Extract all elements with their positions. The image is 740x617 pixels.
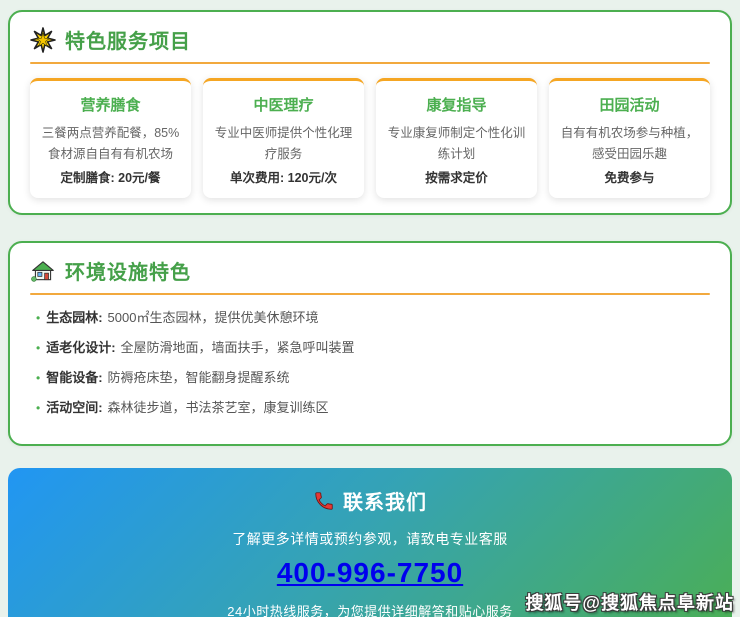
feature-text: 全屋防滑地面，墙面扶手，紧急呼叫装置 — [121, 339, 355, 357]
feature-item-smart-devices: 智能设备: 防褥疮床垫，智能翻身提醒系统 — [30, 369, 710, 387]
feature-item-aging-design: 适老化设计: 全屋防滑地面，墙面扶手，紧急呼叫装置 — [30, 339, 710, 357]
environment-title: 环境设施特色 — [65, 256, 191, 285]
card-title: 中医理疗 — [212, 94, 355, 115]
service-card-rehab: 康复指导 专业康复师制定个性化训练计划 按需求定价 — [376, 78, 537, 198]
services-header: 特色服务项目 — [30, 25, 710, 54]
card-price: 单次费用: 120元/次 — [212, 167, 355, 186]
services-title: 特色服务项目 — [65, 25, 191, 54]
contact-title: 联系我们 — [343, 486, 427, 515]
service-card-tcm: 中医理疗 专业中医师提供个性化理疗服务 单次费用: 120元/次 — [203, 78, 364, 198]
page: 特色服务项目 营养膳食 三餐两点营养配餐，85%食材源自自有有机农场 定制膳食:… — [0, 0, 740, 617]
services-panel: 特色服务项目 营养膳食 三餐两点营养配餐，85%食材源自自有有机农场 定制膳食:… — [8, 10, 732, 215]
feature-label: 适老化设计: — [46, 339, 115, 357]
feature-item-landscape: 生态园林: 5000㎡生态园林，提供优美休憩环境 — [30, 309, 710, 327]
watermark: 搜狐号@搜狐焦点阜新站 — [525, 589, 734, 615]
orange-divider — [30, 293, 710, 295]
card-description: 专业康复师制定个性化训练计划 — [385, 123, 528, 164]
environment-panel: 环境设施特色 生态园林: 5000㎡生态园林，提供优美休憩环境 适老化设计: 全… — [8, 241, 732, 446]
feature-label: 活动空间: — [46, 399, 102, 417]
card-description: 自有有机农场参与种植，感受田园乐趣 — [558, 123, 701, 164]
card-title: 康复指导 — [385, 94, 528, 115]
service-cards: 营养膳食 三餐两点营养配餐，85%食材源自自有有机农场 定制膳食: 20元/餐 … — [30, 78, 710, 198]
service-card-nutrition: 营养膳食 三餐两点营养配餐，85%食材源自自有有机农场 定制膳食: 20元/餐 — [30, 78, 191, 198]
card-description: 专业中医师提供个性化理疗服务 — [212, 123, 355, 164]
house-icon — [30, 258, 56, 284]
environment-header: 环境设施特色 — [30, 256, 710, 285]
feature-text: 森林徒步道，书法茶艺室，康复训练区 — [108, 399, 329, 417]
card-price: 按需求定价 — [385, 167, 528, 186]
star-burst-icon — [30, 27, 56, 53]
service-card-garden: 田园活动 自有有机农场参与种植，感受田园乐趣 免费参与 — [549, 78, 710, 198]
card-price: 定制膳食: 20元/餐 — [39, 167, 182, 186]
orange-divider — [30, 62, 710, 64]
card-description: 三餐两点营养配餐，85%食材源自自有有机农场 — [39, 123, 182, 164]
feature-label: 生态园林: — [46, 309, 102, 327]
phone-number-link[interactable]: 400-996-7750 — [277, 557, 463, 589]
card-title: 营养膳食 — [39, 94, 182, 115]
contact-subtitle: 了解更多详情或预约参观，请致电专业客服 — [8, 529, 732, 549]
card-price: 免费参与 — [558, 167, 701, 186]
feature-label: 智能设备: — [46, 369, 102, 387]
contact-header: 联系我们 — [313, 486, 427, 515]
feature-text: 防褥疮床垫，智能翻身提醒系统 — [108, 369, 290, 387]
feature-text: 5000㎡生态园林，提供优美休憩环境 — [108, 309, 319, 327]
feature-item-activity-space: 活动空间: 森林徒步道，书法茶艺室，康复训练区 — [30, 399, 710, 417]
card-title: 田园活动 — [558, 94, 701, 115]
feature-list: 生态园林: 5000㎡生态园林，提供优美休憩环境 适老化设计: 全屋防滑地面，墙… — [30, 309, 710, 417]
phone-icon — [313, 490, 335, 512]
